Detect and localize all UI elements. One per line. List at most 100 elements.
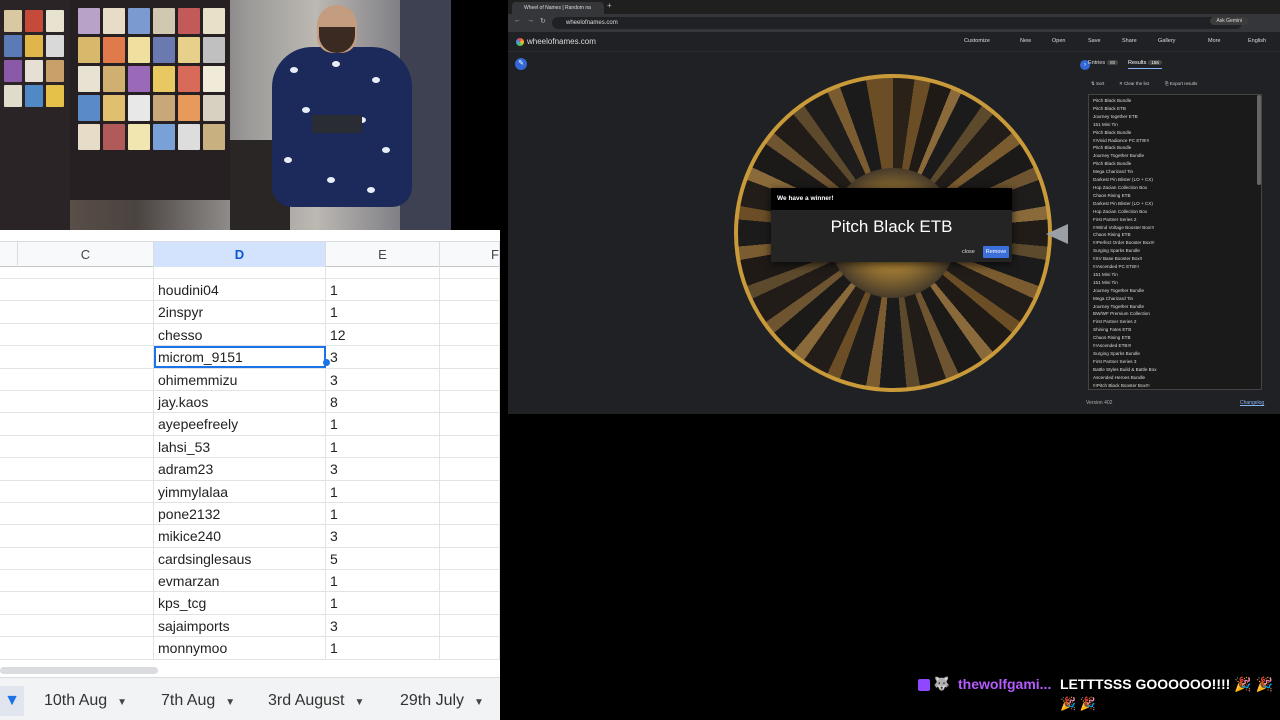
- caret-down-icon[interactable]: ▼: [355, 688, 365, 718]
- remove-button[interactable]: Remove: [983, 246, 1009, 258]
- cell-c[interactable]: [18, 637, 154, 660]
- changelog-link[interactable]: Changelog: [1240, 400, 1264, 406]
- edit-icon[interactable]: ✎: [515, 58, 527, 70]
- cell-f[interactable]: [440, 480, 500, 503]
- cell-c[interactable]: [18, 458, 154, 481]
- menu-save[interactable]: Save: [1088, 38, 1101, 44]
- menu-customize[interactable]: Customize: [964, 38, 990, 44]
- horizontal-scrollbar[interactable]: [0, 665, 500, 675]
- cell-count[interactable]: 1: [326, 301, 440, 324]
- cell-count[interactable]: 1: [326, 413, 440, 436]
- tab-10th-aug[interactable]: 10th Aug ▼: [44, 686, 127, 716]
- fill-handle[interactable]: [323, 359, 330, 366]
- cell-username[interactable]: ohimemmizu: [154, 368, 326, 391]
- cell-count[interactable]: 8: [326, 390, 440, 413]
- cell-f[interactable]: [440, 413, 500, 436]
- cell-f[interactable]: [440, 547, 500, 570]
- caret-down-icon[interactable]: ▼: [225, 688, 235, 718]
- reload-icon[interactable]: ↻: [540, 17, 546, 25]
- cell-c[interactable]: [18, 570, 154, 593]
- cell-c[interactable]: [18, 390, 154, 413]
- cell-username[interactable]: ayepeefreely: [154, 413, 326, 436]
- cell-c[interactable]: [18, 592, 154, 615]
- cell-f[interactable]: [440, 390, 500, 413]
- caret-down-icon[interactable]: ▼: [117, 688, 127, 718]
- cell-f[interactable]: [440, 279, 500, 301]
- cell-username[interactable]: yimmylalaa: [154, 480, 326, 503]
- column-header-d[interactable]: D: [154, 242, 326, 267]
- cell-c[interactable]: [18, 301, 154, 324]
- row-header-corner[interactable]: [0, 242, 18, 267]
- cell-count[interactable]: 1: [326, 592, 440, 615]
- cell-username[interactable]: houdini04: [154, 279, 326, 301]
- cell-count[interactable]: 3: [326, 346, 440, 369]
- cell-f[interactable]: [440, 502, 500, 525]
- cell-username[interactable]: cardsinglesaus: [154, 547, 326, 570]
- cell-c[interactable]: [18, 525, 154, 548]
- cell-count[interactable]: 3: [326, 614, 440, 637]
- caret-down-icon[interactable]: ▼: [474, 688, 484, 718]
- menu-more[interactable]: More: [1208, 38, 1221, 44]
- cell-count[interactable]: 3: [326, 368, 440, 391]
- close-button[interactable]: close: [962, 249, 975, 255]
- cell-username[interactable]: sajaimports: [154, 614, 326, 637]
- cell-c[interactable]: [18, 413, 154, 436]
- tab-entries[interactable]: Entries 80: [1088, 60, 1119, 66]
- cell-count[interactable]: 1: [326, 502, 440, 525]
- site-logo[interactable]: wheelofnames.com: [516, 37, 596, 46]
- cell-f[interactable]: [440, 435, 500, 458]
- cell-f[interactable]: [440, 458, 500, 481]
- cell-count[interactable]: [326, 267, 440, 279]
- tab-29th-july[interactable]: 29th July ▼: [400, 686, 484, 716]
- new-tab-icon[interactable]: +: [607, 1, 612, 10]
- results-scrollbar[interactable]: [1257, 95, 1261, 185]
- cell-c[interactable]: [18, 346, 154, 369]
- clear-list-button[interactable]: ✕ Clear the list: [1116, 79, 1152, 89]
- cell-username[interactable]: mikice240: [154, 525, 326, 548]
- cell-count[interactable]: 1: [326, 435, 440, 458]
- cell-c[interactable]: [18, 547, 154, 570]
- cell-f[interactable]: [440, 637, 500, 660]
- back-icon[interactable]: ←: [514, 17, 521, 24]
- cell-count[interactable]: 1: [326, 480, 440, 503]
- tab-3rd-august[interactable]: 3rd August ▼: [268, 686, 364, 716]
- cell-username[interactable]: kps_tcg: [154, 592, 326, 615]
- cell-f[interactable]: [440, 525, 500, 548]
- cell-username[interactable]: [154, 267, 326, 279]
- url-field[interactable]: wheelofnames.com: [552, 17, 1242, 29]
- cell-username[interactable]: pone2132: [154, 502, 326, 525]
- ask-gemini-button[interactable]: Ask Gemini: [1210, 17, 1248, 25]
- cell-username[interactable]: 2inspyr: [154, 301, 326, 324]
- cell-count[interactable]: 3: [326, 458, 440, 481]
- cell-username[interactable]: evmarzan: [154, 570, 326, 593]
- tab-results[interactable]: Results 156: [1128, 60, 1162, 69]
- cell-count[interactable]: 5: [326, 547, 440, 570]
- menu-share[interactable]: Share: [1122, 38, 1137, 44]
- menu-gallery[interactable]: Gallery: [1158, 38, 1175, 44]
- cell-c[interactable]: [18, 279, 154, 301]
- cell-c[interactable]: [18, 614, 154, 637]
- cell-f[interactable]: [440, 267, 500, 279]
- cell-username[interactable]: monnymoo: [154, 637, 326, 660]
- cell-f[interactable]: [440, 570, 500, 593]
- active-cell[interactable]: microm_9151: [154, 346, 326, 369]
- column-header-f[interactable]: F: [440, 242, 500, 267]
- cell-c[interactable]: [18, 480, 154, 503]
- cell-username[interactable]: lahsi_53: [154, 435, 326, 458]
- cell-f[interactable]: [440, 614, 500, 637]
- export-results-button[interactable]: ⎘ Export results: [1162, 79, 1200, 89]
- sort-button[interactable]: ⇅ Sort: [1088, 79, 1107, 89]
- menu-new[interactable]: New: [1020, 38, 1031, 44]
- cell-count[interactable]: 3: [326, 525, 440, 548]
- cell-username[interactable]: jay.kaos: [154, 390, 326, 413]
- cell-count[interactable]: 1: [326, 570, 440, 593]
- cell-count[interactable]: 1: [326, 637, 440, 660]
- forward-icon[interactable]: →: [527, 17, 534, 24]
- results-list[interactable]: Pitch Black Bundle Pitch Black ETB Journey…: [1088, 94, 1262, 390]
- menu-open[interactable]: Open: [1052, 38, 1065, 44]
- cell-username[interactable]: chesso: [154, 323, 326, 346]
- column-header-c[interactable]: C: [18, 242, 154, 267]
- cell-f[interactable]: [440, 346, 500, 369]
- menu-language[interactable]: English: [1248, 38, 1266, 44]
- cell-c[interactable]: [18, 267, 154, 279]
